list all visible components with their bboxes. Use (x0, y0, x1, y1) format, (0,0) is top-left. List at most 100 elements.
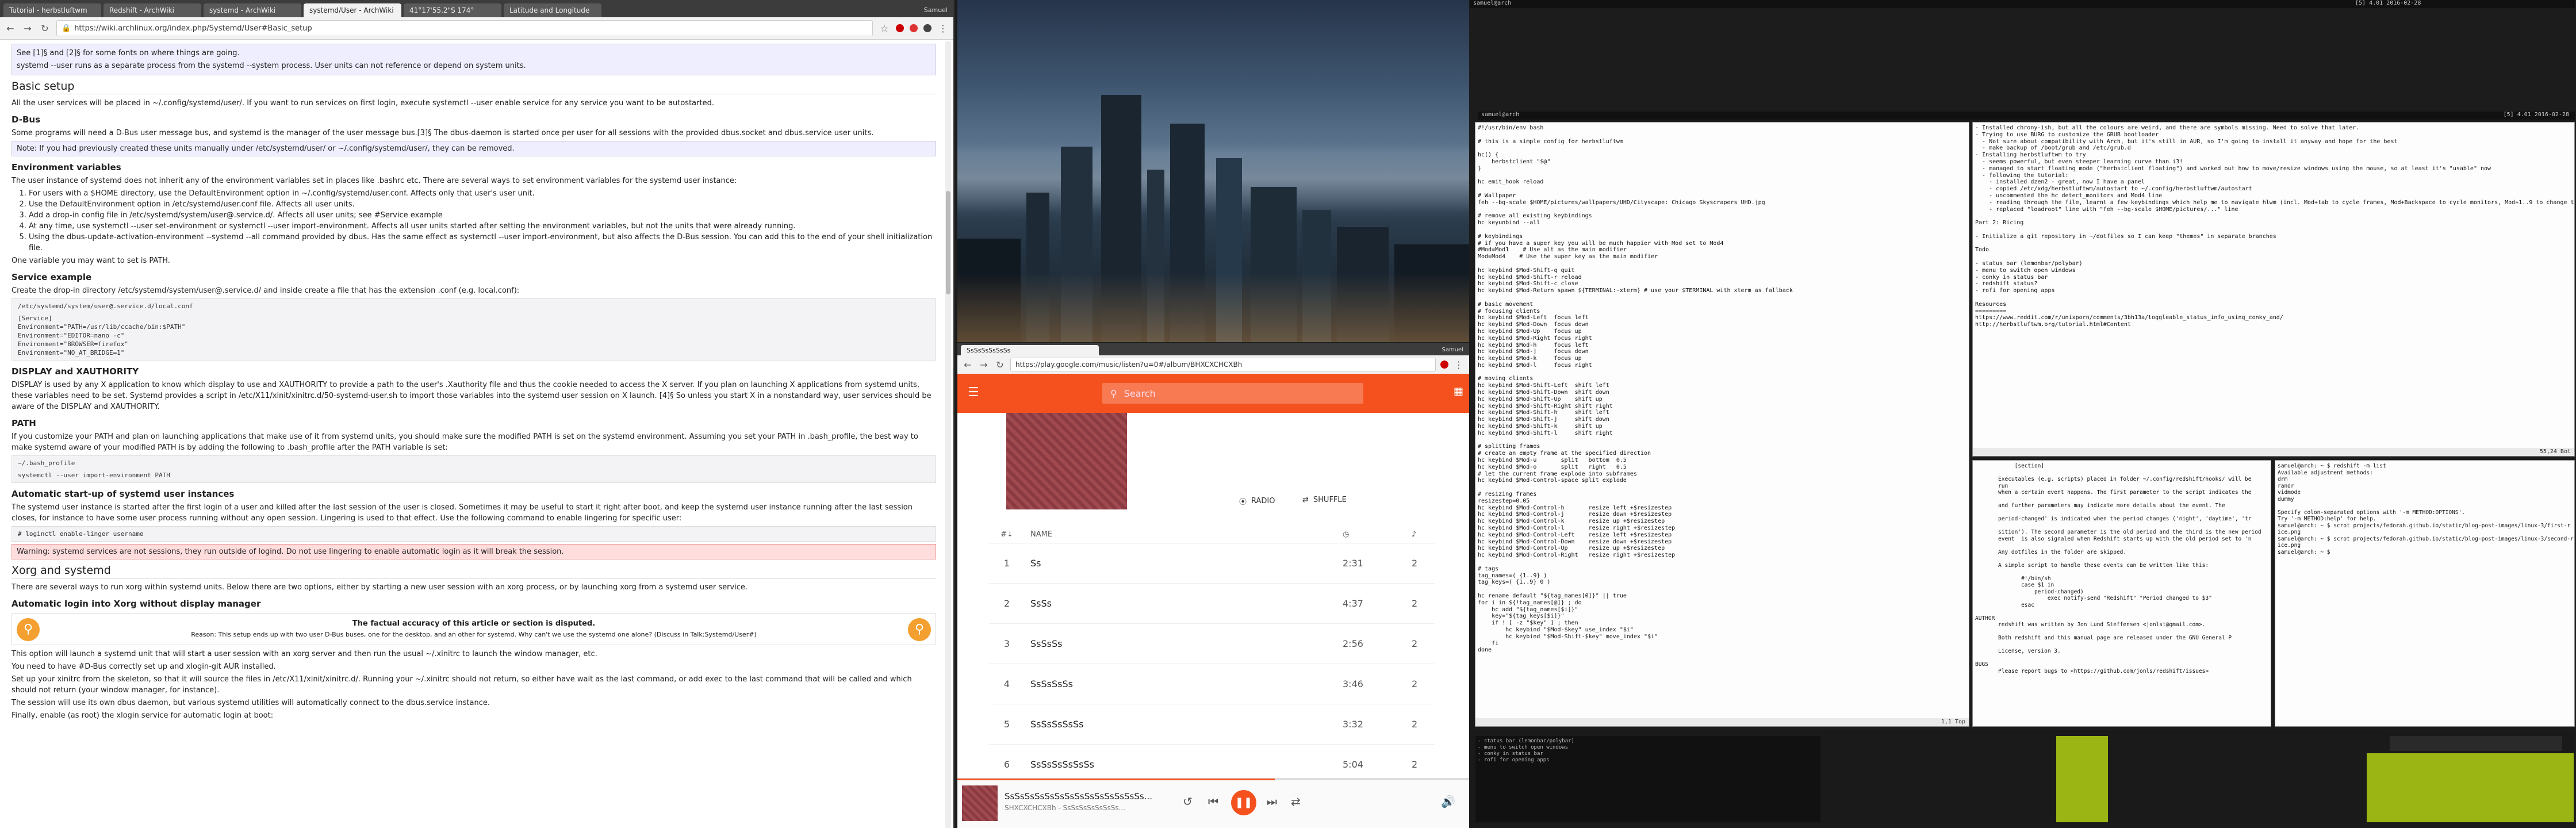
pause-button[interactable]: ❚❚ (1231, 790, 1256, 815)
shuffle-icon[interactable]: ⇄ (1291, 795, 1301, 808)
music-search-box[interactable]: ⚲ Search (1102, 383, 1363, 404)
player-bar: SsSsSsSsSsSsSsSsSsSsSsSsSsSs... SHXCXCHC… (957, 778, 1469, 828)
apps-grid-icon[interactable]: ▦ (1454, 385, 1463, 397)
panel-bar: samuel@arch [5] 4.01 2016-02-28 (1478, 112, 2575, 120)
repeat-icon[interactable]: ↺ (1183, 795, 1193, 808)
panel-top-bar: samuel@arch [5] 4.01 2016-02-28 (1470, 0, 2575, 8)
volume-icon[interactable]: 🔊 (1441, 795, 1455, 808)
intro-line: systemd --user runs as a separate proces… (17, 62, 526, 70)
heading-service-example: Service example (12, 272, 92, 282)
accent-block (2367, 753, 2574, 822)
disputed-box: ⚲ The factual accuracy of this article o… (12, 613, 936, 645)
name-column-header[interactable]: NAME (1025, 530, 1343, 539)
browser-user-label[interactable]: Samuel (924, 6, 953, 17)
paragraph: There are several ways to run xorg withi… (12, 583, 748, 592)
reload-icon[interactable]: ↻ (39, 23, 51, 34)
tab-coordinates[interactable]: 41°17'55.2"S 174° (404, 3, 501, 17)
song-duration: 3:46 (1343, 678, 1363, 689)
heading-automatic-login: Automatic login into Xorg without displa… (12, 599, 261, 609)
vim-status-line: 55,24 Bot (1973, 448, 2574, 456)
song-play-count: 2 (1412, 678, 1418, 689)
extension-icon[interactable] (1440, 361, 1448, 369)
music-browser-window: SsSsSsSsSsSs Samuel ← → ↻ https://play.g… (957, 343, 1469, 828)
extension-icon[interactable] (896, 24, 904, 32)
paragraph: Create the drop-in directory /etc/system… (12, 286, 520, 295)
playback-progress[interactable] (957, 779, 1469, 780)
next-icon[interactable]: ⏭ (1267, 795, 1277, 808)
disputed-title: The factual accuracy of this article or … (352, 619, 596, 628)
tab-systemd-user[interactable]: systemd/User - ArchWiki (304, 3, 401, 17)
magnifier-icon: ⚲ (17, 618, 40, 641)
song-title: Ss (1030, 557, 1041, 569)
panel-hostname: samuel@arch (1481, 112, 1520, 118)
code-filename: /etc/systemd/system/user@.service.d/loca… (18, 302, 193, 310)
song-table-header: #↓ NAME ◷ ♪ (989, 526, 1435, 543)
radio-button[interactable]: ⦿ RADIO (1239, 496, 1275, 507)
hamburger-menu-icon[interactable]: ☰ (968, 385, 979, 400)
paragraph: The session will use its own dbus daemon… (12, 699, 490, 707)
song-row[interactable]: 1 Ss 2:31 2 (989, 543, 1435, 584)
terminal-text: samuel@arch: ~ $ redshift -m list Availa… (2278, 463, 2574, 555)
paragraph: DISPLAY is used by any X application to … (12, 381, 931, 411)
terminal-notes[interactable]: - Installed chrony-ish, but all the colo… (1972, 122, 2575, 457)
previous-icon[interactable]: ⏮ (1208, 795, 1218, 808)
track-number-header: #↓ (1000, 530, 1013, 539)
song-title: SsSsSsSsSs (1030, 718, 1084, 730)
panel-clock: [5] 4.01 2016-02-28 (2355, 0, 2421, 6)
paragraph: This option will launch a systemd unit t… (12, 650, 597, 658)
scrollbar[interactable] (945, 41, 951, 828)
terminal-text: #!/usr/bin/env bash # this is a simple c… (1478, 125, 1793, 654)
tab-latitude-longitude[interactable]: Latitude and Longitude (504, 3, 601, 17)
intro-notes: See [1]§ and [2]§ for some fonts on wher… (12, 44, 936, 75)
bookmark-star-icon[interactable]: ☆ (879, 23, 890, 34)
tab-systemd[interactable]: systemd - ArchWiki (204, 3, 301, 17)
heading-automatic-startup: Automatic start-up of systemd user insta… (12, 489, 235, 499)
heading-xorg-systemd: Xorg and systemd (12, 565, 936, 578)
panel-hostname: samuel@arch (1473, 0, 1512, 6)
menu-icon[interactable]: ⋮ (1453, 359, 1465, 370)
search-icon: ⚲ (1110, 388, 1117, 399)
terminal-text: - Installed chrony-ish, but all the colo… (1975, 125, 2574, 328)
song-row[interactable]: 4 SsSsSsSs 3:46 2 (989, 664, 1435, 704)
tab-tutorial-herbstluftwm[interactable]: Tutorial - herbstluftwm (3, 3, 101, 17)
shuffle-label: SHUFFLE (1313, 496, 1347, 504)
extension-icon[interactable] (923, 24, 931, 32)
back-icon[interactable]: ← (5, 23, 16, 34)
heading-basic-setup: Basic setup (12, 81, 936, 94)
intro-line: See [1]§ and [2]§ for some fonts on wher… (17, 49, 240, 57)
address-bar-row: ← → ↻ 🔒 https://wiki.archlinux.org/index.… (0, 17, 953, 40)
mini-terminal[interactable]: - status bar (lemonbar/polybar) - menu t… (1475, 736, 1820, 822)
forward-icon[interactable]: → (22, 23, 33, 34)
song-row[interactable]: 2 SsSs 4:37 2 (989, 583, 1435, 624)
track-number: 5 (1003, 718, 1010, 730)
song-title: SsSs (1030, 597, 1052, 609)
extension-icon[interactable] (910, 24, 918, 32)
url-field[interactable]: 🔒 https://wiki.archlinux.org/index.php/Sy… (56, 20, 873, 36)
terminal-autostart-config[interactable]: #!/usr/bin/env bash # this is a simple c… (1475, 122, 1969, 727)
code-content: systemctl --user import-environment PATH (18, 471, 170, 479)
terminal-shell[interactable]: samuel@arch: ~ $ redshift -m list Availa… (2275, 460, 2575, 727)
menu-icon[interactable]: ⋮ (937, 23, 949, 34)
heading-dbus: D-Bus (12, 114, 40, 125)
terminal-text: - status bar (lemonbar/polybar) - menu t… (1478, 738, 1574, 763)
song-duration: 2:56 (1343, 638, 1363, 649)
song-row[interactable]: 3 SsSsSs 2:56 2 (989, 623, 1435, 664)
terminal-man-page[interactable]: [section] Executables (e.g. scripts) pla… (1972, 460, 2271, 727)
reload-icon[interactable]: ↻ (994, 359, 1006, 370)
browser-user-label[interactable]: Samuel (1442, 347, 1470, 355)
track-number: 1 (1003, 557, 1010, 569)
song-play-count: 2 (1412, 758, 1418, 770)
song-row[interactable]: 5 SsSsSsSsSs 3:32 2 (989, 704, 1435, 745)
back-icon[interactable]: ← (962, 359, 973, 370)
shuffle-button[interactable]: ⇄ SHUFFLE (1302, 496, 1347, 504)
scrollbar-thumb[interactable] (946, 191, 950, 294)
forward-icon[interactable]: → (978, 359, 990, 370)
tab-redshift[interactable]: Redshift - ArchWiki (103, 3, 201, 17)
url-field[interactable]: https://play.google.com/music/listen?u=0… (1010, 358, 1436, 371)
tab-music[interactable]: SsSsSsSsSsSs (961, 345, 1099, 355)
song-duration: 3:32 (1343, 718, 1363, 730)
code-block: ~/.bash_profile systemctl --user import-… (12, 455, 936, 483)
note-box: Note: If you had previously created thes… (12, 141, 936, 156)
track-number: 6 (1003, 758, 1010, 770)
paragraph: The systemd user instance is started aft… (12, 503, 913, 523)
